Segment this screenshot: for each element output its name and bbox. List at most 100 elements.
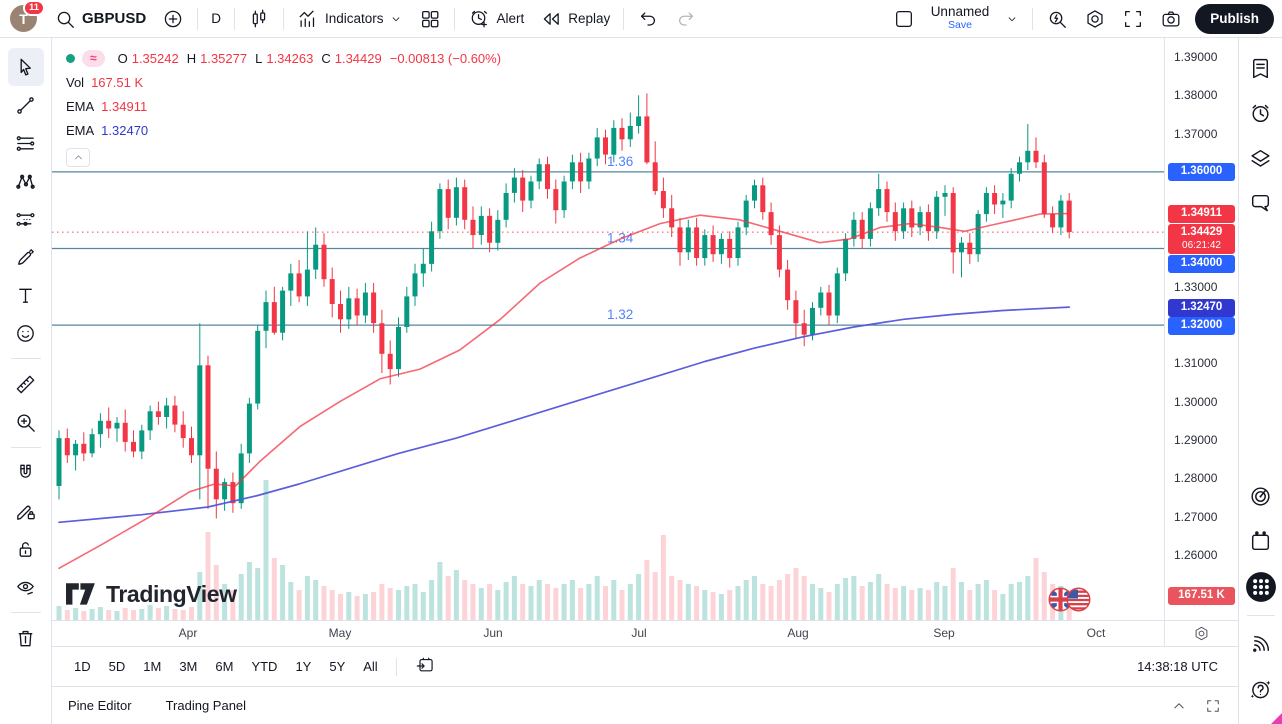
indicators-button[interactable]: Indicators	[290, 5, 411, 33]
toolbar-divider	[623, 8, 624, 30]
panel-maximize-button[interactable]	[1204, 697, 1222, 715]
goto-date-button[interactable]	[407, 651, 443, 682]
calendar-goto-icon	[415, 655, 435, 675]
right-sidebar	[1238, 38, 1282, 724]
legend-ema-slow-row[interactable]: EMA 1.32470	[66, 118, 501, 142]
price-tick: 1.38000	[1174, 88, 1217, 102]
fullscreen-button[interactable]	[1115, 5, 1151, 33]
sidebar-object-layers-button[interactable]	[1242, 136, 1280, 181]
sidebar-calendar-button[interactable]	[1242, 519, 1280, 564]
replay-button[interactable]: Replay	[533, 5, 617, 33]
price-badge: 1.32000	[1168, 317, 1235, 335]
tool-ruler[interactable]	[8, 365, 44, 403]
chart-settings-quick-button[interactable]	[1193, 625, 1210, 642]
indicator-templates-button[interactable]	[412, 5, 448, 33]
tool-lock[interactable]	[8, 530, 44, 568]
zoom-in-icon	[14, 411, 37, 434]
month-label: Jun	[483, 626, 502, 640]
sidebar-divider	[1247, 615, 1275, 616]
object-layers-icon	[1248, 146, 1273, 171]
symbol-name: GBPUSD	[82, 10, 146, 27]
range-all-button[interactable]: All	[355, 655, 385, 678]
range-6m-button[interactable]: 6M	[207, 655, 241, 678]
tool-emoji[interactable]	[8, 314, 44, 352]
range-3m-button[interactable]: 3M	[171, 655, 205, 678]
legend-main-row[interactable]: ≈ O1.35242H1.35277L1.34263C1.34429−0.008…	[66, 46, 501, 70]
chart-plot[interactable]: 1.361.341.32 ≈ O1.35242H1.35277L1.34263C…	[52, 38, 1164, 620]
projection-icon	[14, 208, 37, 231]
alert-button[interactable]: Alert	[461, 5, 531, 33]
layout-name-button[interactable]: Unnamed Save	[924, 5, 997, 33]
tab-pine-editor[interactable]: Pine Editor	[68, 698, 132, 713]
toolbar-divider	[197, 8, 198, 30]
range-ytd-button[interactable]: YTD	[243, 655, 285, 678]
legend-volume-row[interactable]: Vol 167.51 K	[66, 70, 501, 94]
sidebar-watchlist-button[interactable]	[1242, 46, 1280, 91]
layout-dropdown-button[interactable]	[998, 5, 1026, 33]
range-5y-button[interactable]: 5Y	[321, 655, 353, 678]
user-avatar[interactable]: T 11	[10, 5, 37, 32]
price-tick: 1.37000	[1174, 127, 1217, 141]
sidebar-scanner-gauge-button[interactable]	[1242, 474, 1280, 519]
chevron-up-icon	[72, 151, 85, 164]
quick-search-button[interactable]	[1039, 5, 1075, 33]
gear-icon	[1084, 8, 1106, 30]
interval-button[interactable]: D	[204, 5, 228, 33]
redo-button[interactable]	[668, 5, 704, 33]
tool-trend-line[interactable]	[8, 86, 44, 124]
tool-hide-drawings[interactable]	[8, 568, 44, 606]
tool-drawing-edit[interactable]	[8, 492, 44, 530]
tool-pattern-xabcd[interactable]	[8, 162, 44, 200]
time-axis[interactable]: AprMayJunJulAugSepOct	[52, 621, 1164, 646]
bar-countdown: 06:21:42	[1168, 240, 1235, 252]
symbol-search-button[interactable]: GBPUSD	[47, 5, 153, 33]
tool-brush[interactable]	[8, 238, 44, 276]
tab-trading-panel[interactable]: Trading Panel	[166, 698, 246, 713]
range-1y-button[interactable]: 1Y	[287, 655, 319, 678]
brush-icon	[14, 246, 37, 269]
toolbar-divider	[11, 612, 41, 613]
drawing-edit-icon	[14, 500, 37, 523]
chevron-down-icon	[389, 12, 403, 26]
range-1m-button[interactable]: 1M	[135, 655, 169, 678]
range-1d-button[interactable]: 1D	[66, 655, 99, 678]
tool-text[interactable]	[8, 276, 44, 314]
notification-badge: 11	[23, 0, 45, 16]
undo-button[interactable]	[630, 5, 666, 33]
data-mode-badge[interactable]: ≈	[82, 50, 105, 67]
ema-slow-value: 1.32470	[101, 123, 148, 138]
chart-type-button[interactable]	[241, 5, 277, 33]
tool-magnet[interactable]	[8, 454, 44, 492]
snapshot-button[interactable]	[1153, 5, 1189, 33]
compare-add-button[interactable]	[155, 5, 191, 33]
price-axis[interactable]: 1.390001.380001.370001.330001.310001.300…	[1164, 38, 1238, 620]
sidebar-apps-grid-button[interactable]	[1242, 564, 1280, 609]
maximize-icon	[1204, 697, 1222, 715]
layout-select-button[interactable]	[886, 5, 922, 33]
publish-button[interactable]: Publish	[1195, 4, 1274, 34]
range-buttons: 1D5D1M3M6MYTD1Y5YAll	[66, 655, 386, 678]
quick-search-icon	[1046, 8, 1068, 30]
price-badge: 1.34000	[1168, 255, 1235, 273]
tool-remove-drawings[interactable]	[8, 619, 44, 657]
legend-ema-fast-row[interactable]: EMA 1.34911	[66, 94, 501, 118]
bottom-panel-bar: Pine Editor Trading Panel	[52, 686, 1238, 724]
tool-zoom-in[interactable]	[8, 403, 44, 441]
tool-fib-retracement[interactable]	[8, 124, 44, 162]
sidebar-alerts-clock-button[interactable]	[1242, 91, 1280, 136]
tool-projection[interactable]	[8, 200, 44, 238]
timezone-clock-button[interactable]: 14:38:18 UTC	[1131, 658, 1224, 675]
price-tick: 1.28000	[1174, 471, 1217, 485]
settings-button[interactable]	[1077, 5, 1113, 33]
price-tick: 1.31000	[1174, 356, 1217, 370]
indicators-icon	[297, 8, 319, 30]
range-5d-button[interactable]: 5D	[101, 655, 134, 678]
sidebar-chat-button[interactable]	[1242, 181, 1280, 226]
tradingview-logo-icon	[66, 583, 97, 607]
sidebar-broadcast-button[interactable]	[1242, 622, 1280, 667]
panel-expand-button[interactable]	[1170, 697, 1188, 715]
tool-cursor[interactable]	[8, 48, 44, 86]
legend-collapse-button[interactable]	[66, 148, 90, 167]
corner-resize-indicator	[1271, 713, 1282, 724]
sidebar-help-button[interactable]	[1242, 667, 1280, 712]
